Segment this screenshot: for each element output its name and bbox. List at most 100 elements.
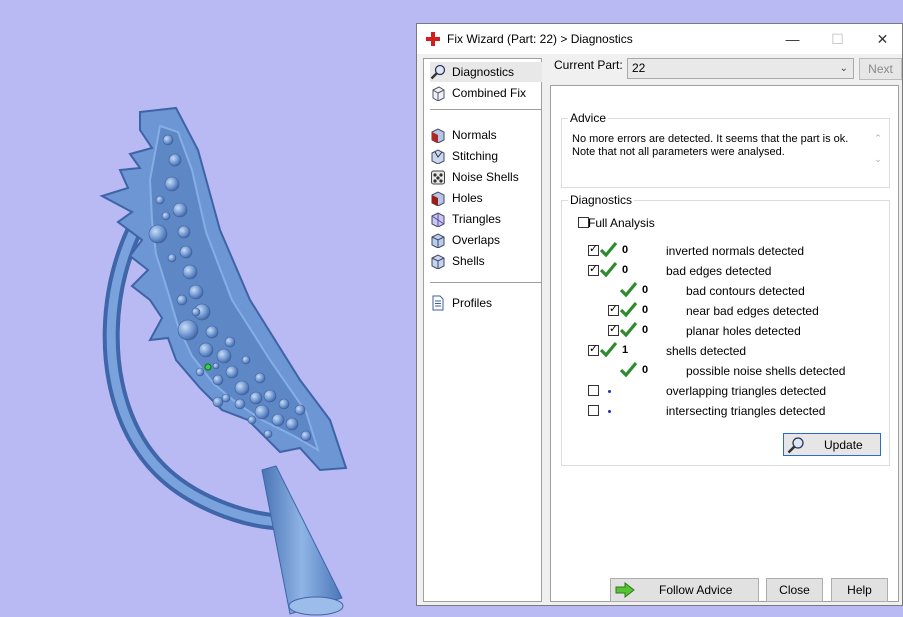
- bead-sphere: [263, 389, 277, 403]
- advice-text: No more errors are detected. It seems th…: [572, 133, 867, 159]
- bead-sphere: [195, 367, 205, 377]
- normals-cube-icon: [431, 128, 445, 143]
- wizard-nav: Diagnostics Combined Fix Normals Stitchi…: [423, 58, 542, 602]
- diagnostic-checkbox[interactable]: ✓: [608, 323, 619, 336]
- nav-item-diagnostics[interactable]: Diagnostics: [430, 62, 542, 82]
- bead-sphere: [212, 396, 224, 408]
- nav-item-shells[interactable]: Shells: [430, 251, 485, 271]
- fix-wizard-dialog: Fix Wizard (Part: 22) > Diagnostics — ☐ …: [416, 23, 903, 606]
- pending-dot-icon: [608, 410, 611, 413]
- help-button[interactable]: Help: [831, 578, 888, 602]
- bead-sphere: [168, 153, 182, 167]
- bead-sphere: [162, 134, 174, 146]
- diagnostic-checkbox[interactable]: ✓: [588, 243, 599, 256]
- diagnostic-checkbox[interactable]: ✓: [608, 303, 619, 316]
- triangles-cube-icon: [431, 212, 445, 227]
- diagnostic-label: shells detected: [666, 344, 747, 358]
- full-analysis-label: Full Analysis: [588, 216, 655, 230]
- diagnostic-count: 1: [622, 344, 629, 356]
- checkmark-icon: ✓: [589, 343, 599, 355]
- close-window-button[interactable]: ✕: [860, 24, 903, 54]
- checkmark-icon: ✓: [589, 243, 599, 255]
- bead-sphere: [179, 245, 193, 259]
- diagnostic-checkbox[interactable]: ✓: [588, 263, 599, 276]
- nav-item-label: Shells: [452, 254, 485, 268]
- checkmark-icon: ✓: [609, 303, 619, 315]
- bead-sphere: [247, 415, 257, 425]
- nav-item-profiles[interactable]: Profiles: [430, 293, 492, 313]
- bead-sphere: [216, 348, 232, 364]
- diagnostic-checkbox[interactable]: [588, 405, 599, 416]
- bead-sphere: [294, 404, 306, 416]
- nav-divider: [430, 109, 542, 110]
- bead-sphere: [254, 372, 266, 384]
- minimize-button[interactable]: —: [770, 24, 815, 54]
- nav-item-combined-fix[interactable]: Combined Fix: [430, 83, 526, 103]
- arrow-right-icon: [615, 582, 635, 598]
- nav-item-label: Normals: [452, 128, 497, 142]
- green-check-icon: [600, 342, 617, 358]
- noise-shells-icon: [431, 170, 445, 185]
- follow-advice-button[interactable]: Follow Advice: [610, 578, 759, 602]
- bead-sphere: [300, 430, 312, 442]
- diagnostic-count: 0: [642, 304, 649, 316]
- maximize-button[interactable]: ☐: [815, 24, 860, 54]
- nav-item-normals[interactable]: Normals: [430, 125, 497, 145]
- bead-sphere: [182, 264, 198, 280]
- shells-cube-icon: [431, 254, 445, 269]
- diagnostic-count: 0: [622, 264, 629, 276]
- diagnostic-label: inverted normals detected: [666, 244, 805, 258]
- bead-sphere: [164, 176, 180, 192]
- bead-sphere: [148, 224, 168, 244]
- bead-sphere: [172, 202, 188, 218]
- nav-item-holes[interactable]: Holes: [430, 188, 483, 208]
- checkmark-icon: ✓: [589, 263, 599, 275]
- diagnostic-label: planar holes detected: [686, 324, 801, 338]
- diagnostics-group: Diagnostics Full Analysis ✓ 0 inverted nor…: [561, 193, 890, 466]
- window-title: Fix Wizard (Part: 22) > Diagnostics: [447, 32, 633, 46]
- green-check-icon: [600, 262, 617, 278]
- green-check-icon: [620, 362, 637, 378]
- nav-item-label: Holes: [452, 191, 483, 205]
- bead-sphere: [234, 398, 246, 410]
- nav-item-triangles[interactable]: Triangles: [430, 209, 501, 229]
- stitching-cube-icon: [431, 149, 445, 164]
- current-part-label: Current Part:: [554, 58, 623, 72]
- next-button[interactable]: Next: [859, 58, 902, 80]
- document-icon: [432, 295, 444, 311]
- advice-group: Advice No more errors are detected. It s…: [561, 111, 890, 188]
- bead-sphere: [271, 413, 285, 427]
- follow-advice-label: Follow Advice: [659, 583, 733, 597]
- diagnostic-checkbox[interactable]: ✓: [588, 343, 599, 356]
- bead-sphere: [249, 391, 263, 405]
- magnifier-icon: [430, 64, 446, 80]
- diagnostic-label: bad contours detected: [686, 284, 805, 298]
- holes-cube-icon: [431, 191, 445, 206]
- update-label: Update: [824, 438, 863, 452]
- update-button[interactable]: Update: [783, 433, 881, 456]
- nav-item-noise-shells[interactable]: Noise Shells: [430, 167, 519, 187]
- bead-sphere: [225, 365, 239, 379]
- green-check-icon: [600, 242, 617, 258]
- bead-sphere: [224, 336, 236, 348]
- current-part-select[interactable]: 22 ⌄: [627, 58, 854, 79]
- nav-item-label: Diagnostics: [452, 65, 515, 79]
- diagnostic-checkbox[interactable]: [588, 385, 599, 396]
- red-cross-icon: [426, 32, 440, 46]
- advice-scrollbar[interactable]: ⌃ ⌄: [873, 133, 883, 177]
- nav-item-label: Combined Fix: [452, 86, 527, 100]
- advice-line: Note that not all parameters were analys…: [572, 146, 785, 158]
- green-check-icon: [620, 282, 637, 298]
- current-part-value: 22: [632, 61, 646, 75]
- nav-item-stitching[interactable]: Stitching: [430, 146, 498, 166]
- nav-item-overlaps[interactable]: Overlaps: [430, 230, 500, 250]
- title-bar[interactable]: Fix Wizard (Part: 22) > Diagnostics — ☐ …: [417, 24, 902, 54]
- close-button[interactable]: Close: [766, 578, 823, 602]
- bead-sphere: [278, 398, 290, 410]
- model-mesh: [99, 106, 348, 616]
- chevron-down-icon: ⌄: [839, 63, 848, 74]
- nav-item-label: Stitching: [452, 149, 499, 163]
- diagnostics-panel: Advice No more errors are detected. It s…: [550, 85, 899, 602]
- bead-sphere: [177, 225, 191, 239]
- pivot-marker[interactable]: [204, 363, 212, 371]
